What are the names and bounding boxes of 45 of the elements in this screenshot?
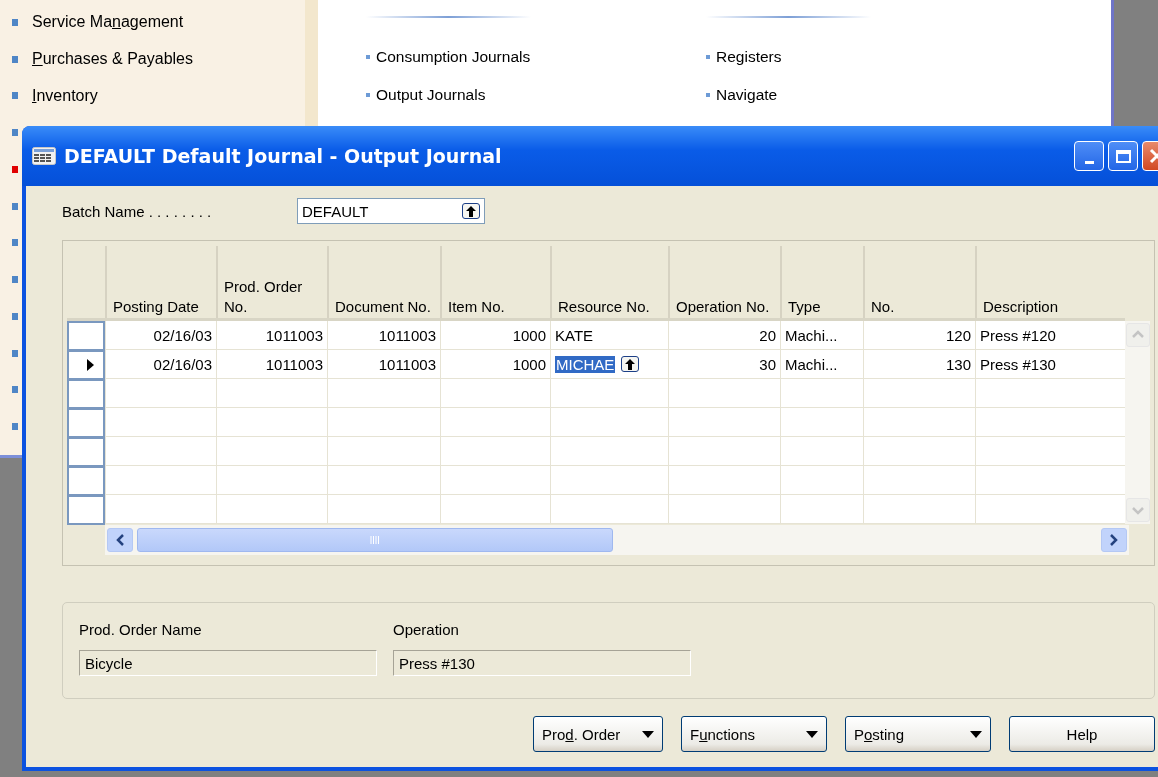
field-label: Batch Name . . . . . . . . (62, 202, 213, 220)
table-cell: 20 (759, 326, 776, 344)
column-header[interactable]: Item No. (448, 296, 505, 316)
table-cell: 1011003 (265, 326, 323, 344)
menu-button[interactable]: Prod. Order (533, 716, 663, 752)
table-cell: Machi... (785, 326, 838, 344)
window-title: DEFAULT Default Journal - Output Journal (64, 145, 502, 167)
selected-text[interactable]: MICHAE (555, 355, 616, 373)
table-cell: 1011003 (265, 355, 323, 373)
table-cell: 130 (945, 355, 971, 373)
batch-name-field[interactable]: DEFAULT (297, 198, 485, 224)
sidebar-item[interactable]: Purchases & Payables (32, 50, 193, 69)
table-cell: Press #130 (980, 355, 1056, 373)
help-button[interactable]: Help (1009, 716, 1155, 752)
column-header[interactable]: Document No. (335, 296, 431, 316)
column-header[interactable]: No. (871, 296, 895, 316)
field-label: Prod. Order Name (79, 621, 203, 638)
table-cell: KATE (555, 326, 594, 344)
menu-link[interactable]: Navigate (716, 86, 778, 104)
column-header[interactable]: Resource No. (558, 296, 650, 316)
field-label: Operation (393, 621, 460, 638)
table-cell: 1000 (512, 355, 546, 373)
table-cell: 02/16/03 (153, 355, 212, 373)
table-cell: 120 (945, 326, 971, 344)
table-cell: 1011003 (378, 355, 436, 373)
table-cell: 02/16/03 (153, 326, 212, 344)
table-cell: 1011003 (378, 326, 436, 344)
column-header[interactable]: Prod. Order No. (224, 277, 321, 316)
column-header[interactable]: Operation No. (676, 296, 770, 316)
menu-button[interactable]: Posting (845, 716, 991, 752)
menu-button[interactable]: Functions (681, 716, 827, 752)
table-cell: Machi... (785, 355, 838, 373)
table-cell: Press #120 (980, 326, 1056, 344)
table-cell: 30 (759, 355, 776, 373)
column-header[interactable]: Type (788, 296, 821, 316)
menu-link[interactable]: Output Journals (376, 86, 486, 104)
menu-link[interactable]: Registers (716, 48, 782, 66)
table-cell: 1000 (512, 326, 546, 344)
menu-link[interactable]: Consumption Journals (376, 48, 531, 66)
column-header[interactable]: Description (983, 296, 1059, 316)
read-only-field: Bicycle (79, 650, 377, 676)
sidebar-item[interactable]: Inventory (32, 86, 98, 105)
column-header[interactable]: Posting Date (113, 296, 199, 316)
read-only-field: Press #130 (393, 650, 691, 676)
sidebar-item[interactable]: Service Management (32, 13, 184, 32)
